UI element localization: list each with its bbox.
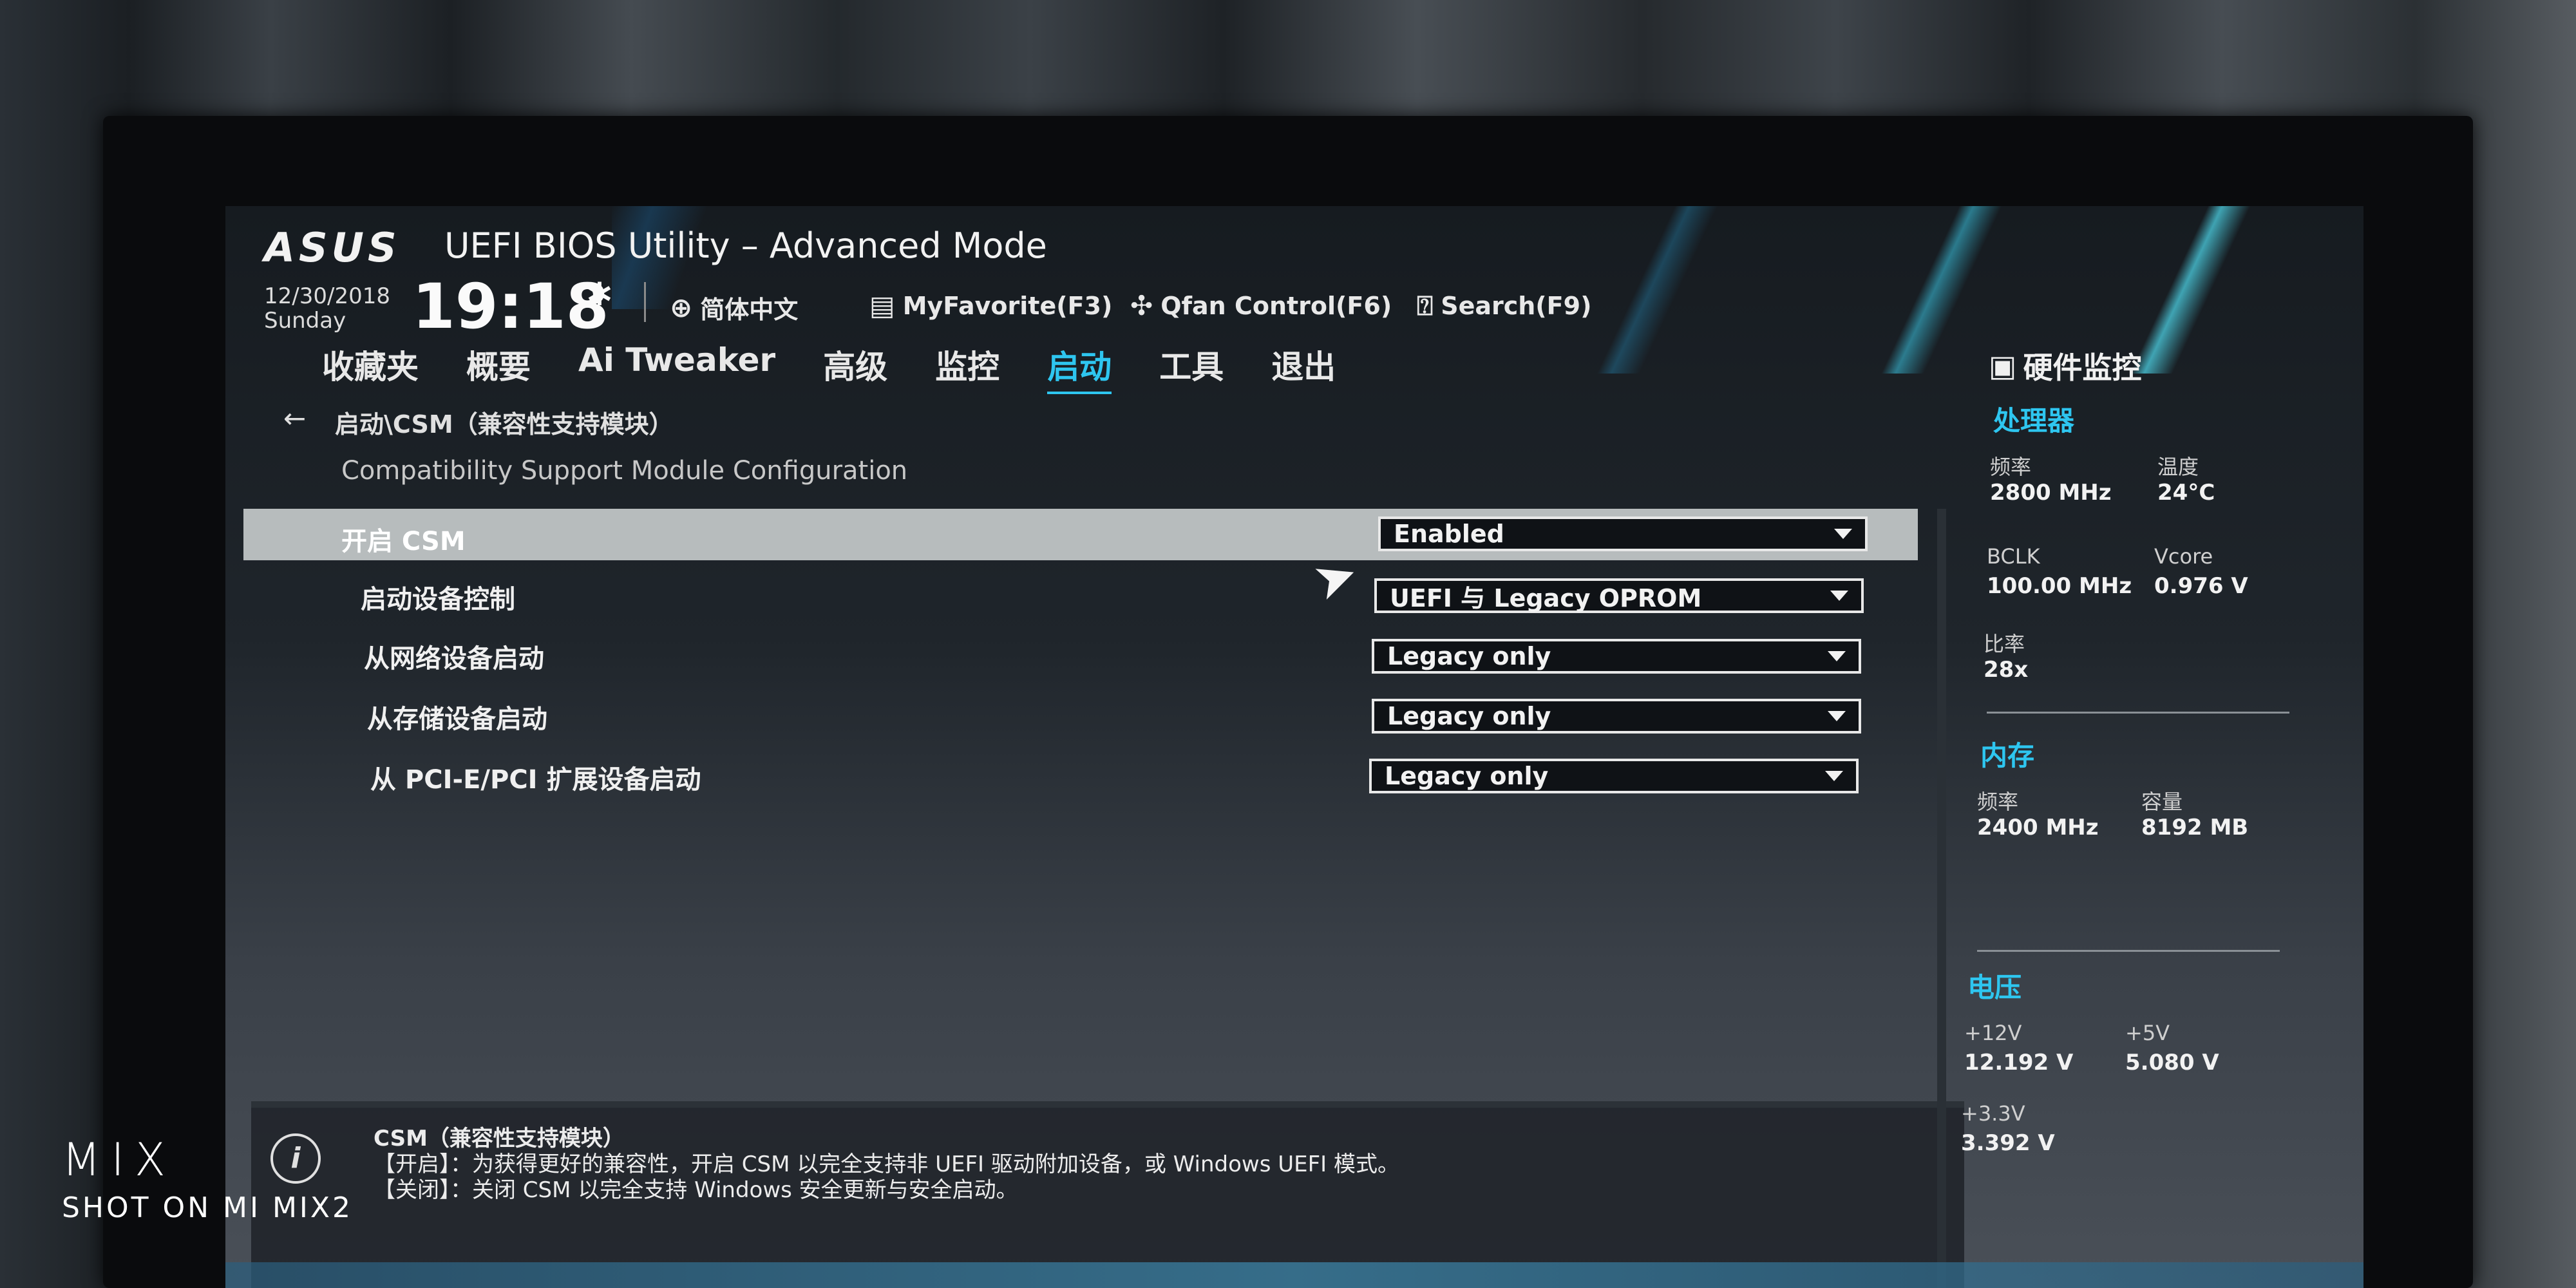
myfavorite-label: MyFavorite(F3) [902, 291, 1113, 320]
ratio-value: 28x [1984, 657, 2029, 683]
setting-dropdown-csm[interactable]: Enabled [1378, 516, 1868, 551]
cpu-section-title: 处理器 [1993, 405, 2075, 437]
memory-freq-value: 2400 MHz [1977, 815, 2099, 840]
header-separator [644, 282, 646, 322]
search-button[interactable]: ⍰ Search(F9) [1417, 290, 1591, 322]
breadcrumb: 启动\CSM（兼容性支持模块） [335, 410, 674, 439]
cpu-temp-label: 温度 [2157, 455, 2199, 479]
cpu-divider [1987, 712, 2289, 714]
language-button[interactable]: ⊕ 简体中文 [670, 290, 798, 325]
setting-dropdown-pcie-boot[interactable]: Legacy only [1369, 759, 1859, 793]
chevron-down-icon [1830, 591, 1848, 601]
v12-label: +12V [1964, 1021, 2022, 1045]
tab-tool[interactable]: 工具 [1159, 341, 1224, 394]
v33-value: 3.392 V [1961, 1130, 2055, 1156]
cpu-temp-value: 24°C [2157, 480, 2215, 506]
voltage-section-title: 电压 [1967, 972, 2022, 1003]
setting-label-csm[interactable]: 开启 CSM [341, 520, 466, 558]
day-label: Sunday [264, 308, 346, 334]
tab-exit[interactable]: 退出 [1271, 341, 1336, 394]
myfavorite-button[interactable]: ▤ MyFavorite(F3) [869, 290, 1112, 321]
setting-label-boot-device-control[interactable]: 启动设备控制 [361, 578, 515, 616]
back-arrow-icon[interactable]: ← [283, 402, 306, 434]
ratio-label: 比率 [1984, 632, 2025, 656]
vcore-label: Vcore [2154, 544, 2213, 569]
bottom-decoration [225, 1262, 2363, 1288]
v5-label: +5V [2125, 1021, 2170, 1045]
header-decoration [1462, 206, 2363, 374]
hardware-monitor-title: ▣ 硬件监控 [1989, 345, 2141, 387]
cpu-freq-label: 频率 [1990, 455, 2032, 479]
hardware-monitor-label: 硬件监控 [2023, 350, 2142, 385]
dropdown-value: Legacy only [1387, 642, 1551, 670]
qfan-button[interactable]: ✣ Qfan Control(F6) [1130, 290, 1392, 321]
chevron-down-icon [1828, 711, 1846, 721]
monitor-screen-icon: ▣ [1989, 348, 2017, 383]
asus-logo: ASUS [264, 224, 401, 271]
setting-label-pcie-boot[interactable]: 从 PCI-E/PCI 扩展设备启动 [370, 759, 701, 796]
fan-icon: ✣ [1130, 290, 1153, 321]
page-subtitle: Compatibility Support Module Configurati… [341, 456, 908, 486]
memory-capacity-value: 8192 MB [2141, 815, 2249, 840]
cpu-freq-value: 2800 MHz [1990, 480, 2112, 506]
setting-label-network-boot[interactable]: 从网络设备启动 [364, 638, 544, 675]
v12-value: 12.192 V [1964, 1050, 2074, 1075]
search-label: Search(F9) [1441, 292, 1592, 320]
sidebar-divider [1937, 509, 1946, 1288]
v33-label: +3.3V [1961, 1101, 2025, 1126]
memory-freq-label: 频率 [1977, 790, 2019, 814]
memory-capacity-label: 容量 [2141, 790, 2183, 814]
dropdown-value: UEFI 与 Legacy OPROM [1390, 583, 1702, 612]
chevron-down-icon [1825, 771, 1843, 781]
camera-watermark-logo: MIX [62, 1133, 176, 1186]
chevron-down-icon [1834, 529, 1852, 539]
favorite-icon: ▤ [869, 290, 895, 321]
gear-icon[interactable]: ✲ [586, 276, 613, 313]
date-label: 12/30/2018 [264, 283, 390, 309]
app-title: UEFI BIOS Utility – Advanced Mode [444, 225, 1047, 266]
setting-dropdown-network-boot[interactable]: Legacy only [1372, 639, 1861, 674]
help-line-disable: 【关闭】：关闭 CSM 以完全支持 Windows 安全更新与安全启动。 [374, 1177, 1018, 1203]
tab-boot[interactable]: 启动 [1047, 341, 1112, 394]
info-icon: i [270, 1133, 321, 1184]
tab-ai-tweaker[interactable]: Ai Tweaker [578, 341, 775, 394]
tab-advanced[interactable]: 高级 [823, 341, 887, 394]
memory-section-title: 内存 [1980, 740, 2035, 772]
v5-value: 5.080 V [2125, 1050, 2219, 1075]
dropdown-value: Legacy only [1385, 762, 1549, 790]
qfan-label: Qfan Control(F6) [1160, 291, 1392, 320]
setting-label-storage-boot[interactable]: 从存储设备启动 [367, 698, 547, 735]
dropdown-value: Enabled [1394, 520, 1504, 548]
globe-icon: ⊕ [670, 292, 693, 323]
tab-monitor[interactable]: 监控 [935, 341, 999, 394]
main-menu: 收藏夹 概要 Ai Tweaker 高级 监控 启动 工具 退出 [322, 341, 1383, 394]
bios-screen: ASUS UEFI BIOS Utility – Advanced Mode 1… [225, 206, 2363, 1288]
vcore-value: 0.976 V [2154, 573, 2248, 599]
memory-divider [1977, 950, 2280, 952]
bclk-label: BCLK [1987, 544, 2040, 569]
camera-watermark-caption: SHOT ON MI MIX2 [62, 1191, 354, 1224]
language-label: 简体中文 [700, 296, 799, 324]
setting-dropdown-storage-boot[interactable]: Legacy only [1372, 699, 1861, 734]
tab-favorites[interactable]: 收藏夹 [322, 341, 419, 394]
clock: 19:18 [412, 270, 609, 343]
chevron-down-icon [1828, 651, 1846, 661]
bclk-value: 100.00 MHz [1987, 573, 2132, 599]
info-divider [251, 1101, 1964, 1108]
search-help-icon: ⍰ [1417, 290, 1434, 321]
setting-dropdown-boot-device-control[interactable]: UEFI 与 Legacy OPROM [1374, 578, 1864, 613]
dropdown-value: Legacy only [1387, 702, 1551, 730]
tab-main[interactable]: 概要 [466, 341, 531, 394]
